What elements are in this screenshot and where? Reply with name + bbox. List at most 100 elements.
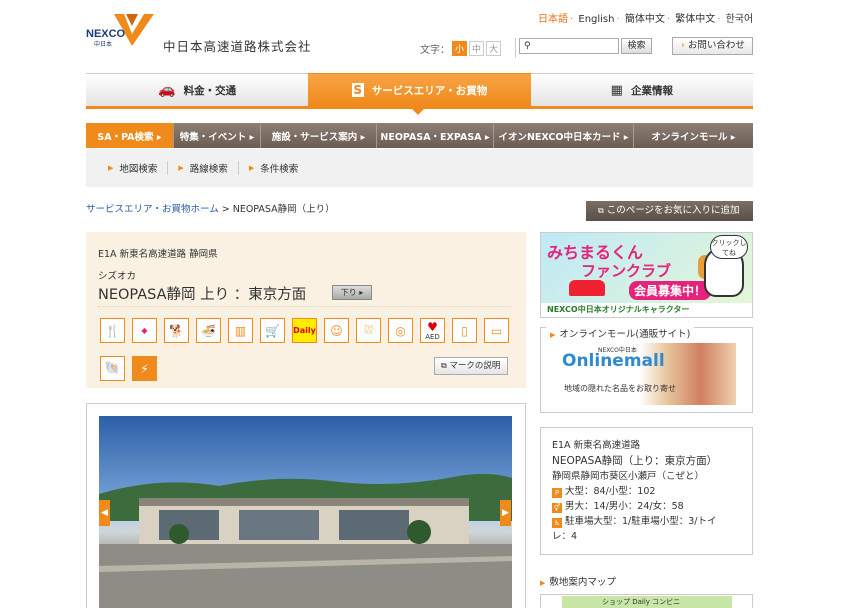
svg-text:中日本: 中日本 bbox=[94, 40, 112, 48]
sub-nav-aeon-card[interactable]: イオンNEXCO中日本カード ▸ bbox=[494, 123, 634, 148]
font-size-large[interactable]: 大 bbox=[486, 40, 501, 56]
detail-accessible-cont: レ：4 bbox=[552, 531, 578, 542]
sub-nav2-label: 条件検索 bbox=[260, 164, 299, 175]
restaurant-icon[interactable]: 🍴 bbox=[100, 318, 125, 343]
fanclub-line3: 会員募集中！ bbox=[629, 281, 712, 300]
online-mall-banner[interactable]: NEXCO中日本 Onlinemall 地域の隠れた名品をお取り寄せ bbox=[560, 343, 736, 405]
info-terminal-icon[interactable]: ▭ bbox=[484, 318, 509, 343]
sub-nav-neopasa-expasa[interactable]: NEOPASA・EXPASA ▸ bbox=[377, 123, 494, 148]
detail-route: E1A 新東名高速道路 bbox=[552, 440, 641, 451]
sub-nav-secondary: ▶ 地図検索 ▶ 路線検索 ▶ 条件検索 bbox=[86, 149, 753, 187]
car-illustration bbox=[569, 280, 605, 296]
shopping-bag-icon: S bbox=[351, 83, 364, 97]
font-size-switcher: 文字： 小 中 大 bbox=[420, 38, 516, 58]
detail-parking-text: 大型：84/小型：102 bbox=[565, 486, 656, 497]
site-map-title: ▶ 敷地案内マップ bbox=[540, 574, 616, 588]
photo-prev-button[interactable]: ◀ bbox=[99, 500, 110, 526]
triangle-right-icon: ▶ bbox=[248, 164, 255, 172]
add-favorite-label: このページをお気に入りに追加 bbox=[606, 205, 740, 216]
add-favorite-button[interactable]: ⧉ このページをお気に入りに追加 bbox=[586, 201, 753, 221]
fanclub-banner[interactable]: みちまるくん ファンクラブ 会員募集中！ クリックしてね NEXCO中日本オリジ… bbox=[540, 232, 753, 318]
sub-nav2-route-search[interactable]: ▶ 路線検索 bbox=[168, 161, 239, 175]
ev-charger-icon[interactable]: ⚡ bbox=[132, 356, 157, 381]
chevron-right-icon: › bbox=[681, 40, 685, 51]
route-info: E1A 新東名高速道路 静岡県 bbox=[98, 249, 218, 260]
online-mall-title-text: オンラインモール(通販サイト) bbox=[559, 329, 691, 340]
sa-photo bbox=[99, 416, 512, 608]
nexco-logo[interactable]: NEXCO 中日本 bbox=[86, 12, 156, 50]
language-switcher: 日本語 · English · 簡体中文 · 繁体中文 · 한국어 bbox=[538, 10, 753, 25]
sub-nav-online-mall[interactable]: オンラインモール ▸ bbox=[634, 123, 753, 148]
sub-nav2-condition-search[interactable]: ▶ 条件検索 bbox=[239, 161, 308, 175]
main-nav-label: 料金・交通 bbox=[183, 84, 237, 97]
triangle-right-icon: ▶ bbox=[540, 579, 546, 587]
contact-button[interactable]: › お問い合わせ bbox=[672, 37, 753, 55]
parking-icon: P bbox=[552, 488, 562, 498]
shopping-icon[interactable]: ◆ bbox=[132, 318, 157, 343]
chevron-right-icon: ▶ bbox=[502, 508, 509, 518]
direction-toggle-button[interactable]: 下り ▸ bbox=[332, 285, 372, 300]
search-button[interactable]: 検索 bbox=[621, 38, 652, 54]
aed-icon[interactable]: ♥ AED bbox=[420, 318, 445, 343]
shower-icon[interactable]: ⛆ bbox=[356, 318, 381, 343]
chevron-left-icon: ◀ bbox=[101, 508, 108, 518]
daily-convenience-icon[interactable]: Daily bbox=[292, 318, 317, 343]
detail-toilet-text: 男大：14/男小：24/女：58 bbox=[565, 501, 684, 512]
food-court-icon[interactable]: 🍜 bbox=[196, 318, 221, 343]
breadcrumb-home-link[interactable]: サービスエリア・お買物ホーム bbox=[86, 204, 219, 215]
sa-detail-box: E1A 新東名高速道路 NEOPASA静岡（上り：東京方面） 静岡県静岡市葵区小… bbox=[540, 427, 753, 555]
main-nav-company[interactable]: ▦ 企業情報 bbox=[530, 73, 753, 109]
lang-simplified-chinese[interactable]: 簡体中文 bbox=[625, 10, 665, 25]
mark-explanation-label: マークの説明 bbox=[449, 361, 501, 371]
sub-nav2-label: 路線検索 bbox=[189, 164, 228, 175]
laundry-icon[interactable]: ◎ bbox=[388, 318, 413, 343]
atm-icon[interactable]: ▯ bbox=[452, 318, 477, 343]
main-nav-label: サービスエリア・お買物 bbox=[371, 84, 488, 97]
site-map-preview[interactable]: ショップ Daily コンビニ bbox=[562, 596, 732, 608]
shell-gas-icon[interactable]: 🐚 bbox=[100, 356, 125, 381]
lang-english[interactable]: English bbox=[578, 14, 614, 25]
sub-nav-sa-pa-search[interactable]: SA・PA検索 ▸ bbox=[86, 123, 174, 148]
shop-icon[interactable]: 🛒 bbox=[260, 318, 285, 343]
sa-name-kana: シズオカ bbox=[98, 271, 137, 282]
aed-label: AED bbox=[425, 332, 440, 341]
baby-room-icon[interactable]: ☺ bbox=[324, 318, 349, 343]
font-size-medium[interactable]: 中 bbox=[469, 40, 484, 56]
main-nav-service-area[interactable]: S サービスエリア・お買物 bbox=[308, 73, 531, 109]
breadcrumb-separator: > bbox=[218, 204, 233, 215]
click-bubble: クリックしてね bbox=[710, 235, 748, 259]
main-nav-label: 企業情報 bbox=[630, 84, 673, 97]
window-icon: ⧉ bbox=[441, 361, 447, 370]
triangle-right-icon: ▶ bbox=[550, 331, 556, 339]
page-title: NEOPASA静岡 上り ：東京方面 bbox=[98, 287, 307, 303]
detail-accessible: ♿ 駐車場大型：1/駐車場小型：3/トイ bbox=[552, 514, 741, 529]
main-nav-fare-traffic[interactable]: 🚗 料金・交通 bbox=[86, 73, 309, 109]
sub-nav2-map-search[interactable]: ▶ 地図検索 bbox=[98, 161, 169, 175]
detail-toilet: ⚥ 男大：14/男小：24/女：58 bbox=[552, 499, 741, 514]
wheelchair-icon: ♿ bbox=[552, 518, 562, 528]
search-icon: ⚲ bbox=[524, 41, 531, 51]
search-input[interactable]: ⚲ bbox=[519, 38, 619, 54]
active-nav-pointer bbox=[412, 109, 424, 115]
sub-nav-features-events[interactable]: 特集・イベント ▸ bbox=[174, 123, 261, 148]
mark-explanation-button[interactable]: ⧉ マークの説明 bbox=[434, 357, 508, 375]
lang-japanese[interactable]: 日本語 bbox=[538, 10, 568, 25]
detail-accessible-text: 駐車場大型：1/駐車場小型：3/トイ bbox=[565, 516, 717, 527]
toilet-icon: ⚥ bbox=[552, 503, 562, 513]
site-map-title-text: 敷地案内マップ bbox=[549, 577, 616, 588]
photo-next-button[interactable]: ▶ bbox=[500, 500, 511, 526]
detail-name: NEOPASA静岡（上り：東京方面） bbox=[552, 455, 718, 467]
lang-korean[interactable]: 한국어 bbox=[726, 10, 754, 25]
divider bbox=[98, 306, 512, 307]
sub-nav2-label: 地図検索 bbox=[119, 164, 158, 175]
building-icon: ▦ bbox=[610, 82, 623, 98]
sub-nav-facilities[interactable]: 施設・サービス案内 ▸ bbox=[261, 123, 377, 148]
lang-traditional-chinese[interactable]: 繁体中文 bbox=[675, 10, 715, 25]
font-size-small[interactable]: 小 bbox=[452, 40, 467, 56]
divider bbox=[515, 38, 516, 58]
vending-icon[interactable]: ▥ bbox=[228, 318, 253, 343]
sub-nav: SA・PA検索 ▸ 特集・イベント ▸ 施設・サービス案内 ▸ NEOPASA・… bbox=[86, 123, 753, 148]
svg-text:NEXCO: NEXCO bbox=[86, 28, 126, 40]
fanclub-footer: NEXCO中日本オリジナルキャラクター bbox=[541, 303, 752, 317]
dog-run-icon[interactable]: 🐕 bbox=[164, 318, 189, 343]
